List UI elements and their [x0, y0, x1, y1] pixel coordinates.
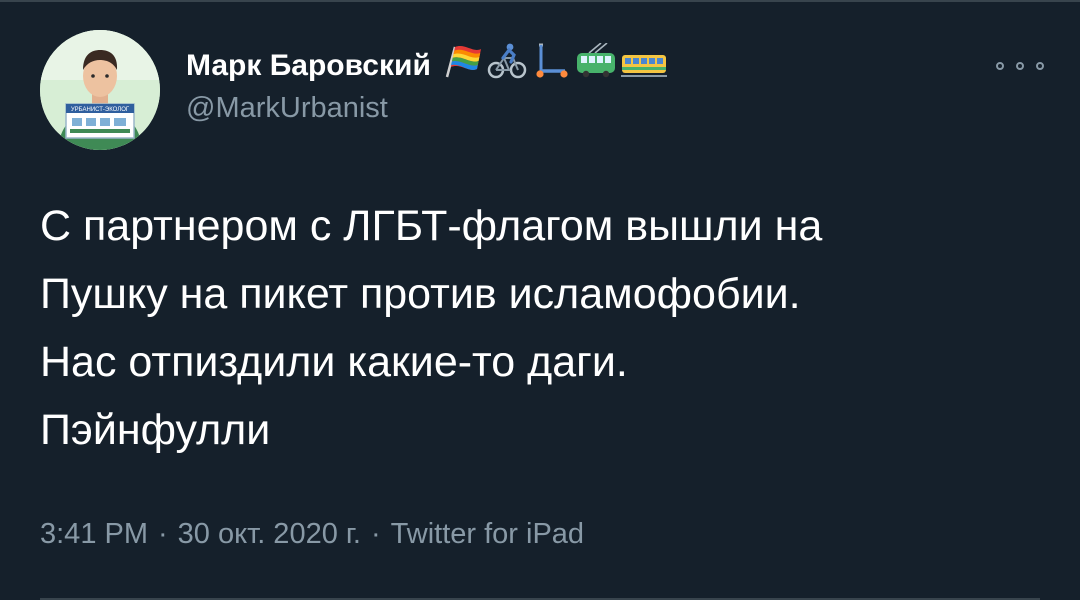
tweet-time[interactable]: 3:41 PM [40, 518, 148, 550]
meta-separator: · [158, 518, 168, 550]
trolleybus-icon [575, 42, 617, 84]
cyclist-icon [487, 43, 527, 84]
more-options-icon [1036, 62, 1044, 70]
tweet-card: УРБАНИСТ-ЭКОЛОГ Марк Баровский @MarkUrba… [0, 0, 1080, 600]
tram-icon [620, 43, 667, 84]
tweet-text-line: Нас отпиздили какие-то даги. [40, 338, 628, 386]
kick-scooter-icon [531, 43, 571, 84]
tweet-date[interactable]: 30 окт. 2020 г. [178, 518, 361, 550]
avatar-image: УРБАНИСТ-ЭКОЛОГ [40, 30, 160, 150]
tweet-text-line: Пэйнфулли [40, 406, 271, 454]
more-options-button[interactable] [996, 56, 1044, 76]
tweet-source[interactable]: Twitter for iPad [391, 518, 584, 550]
author-name-row[interactable]: Марк Баровский [186, 42, 671, 86]
top-divider [0, 0, 1080, 2]
author-handle[interactable]: @MarkUrbanist [186, 92, 388, 125]
tweet-meta: 3:41 PM · 30 окт. 2020 г. · Twitter for iPad [40, 518, 584, 551]
author-name-emoji [443, 42, 671, 84]
rainbow-flag-icon [443, 43, 483, 84]
more-options-icon [996, 62, 1004, 70]
meta-separator: · [370, 518, 381, 550]
author-display-name[interactable]: Марк Баровский [186, 49, 431, 83]
tweet-text-line: С партнером с ЛГБТ-флагом вышли на [40, 202, 823, 250]
avatar[interactable]: УРБАНИСТ-ЭКОЛОГ [40, 30, 160, 150]
avatar-badge-text: УРБАНИСТ-ЭКОЛОГ [71, 107, 130, 113]
tweet-text-line: Пушку на пикет против исламофобии. [40, 270, 801, 318]
tweet-text: С партнером с ЛГБТ-флагом вышли на Пушку… [40, 192, 1050, 464]
more-options-icon [1016, 62, 1024, 70]
